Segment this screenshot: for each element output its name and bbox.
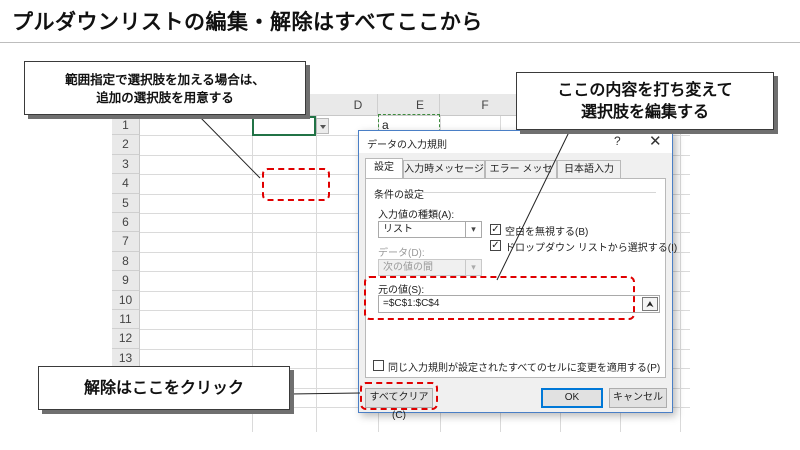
row-header-10[interactable]: 10 bbox=[112, 290, 140, 310]
tab-input-message[interactable]: 入力時メッセージ bbox=[403, 160, 485, 178]
column-header-f[interactable]: F bbox=[450, 94, 520, 116]
collapse-dialog-icon[interactable]: ⮝ bbox=[642, 297, 658, 311]
row-header-9[interactable]: 9 bbox=[112, 271, 140, 291]
chevron-down-icon[interactable]: ▾ bbox=[465, 222, 481, 237]
data-select-value: 次の値の間 bbox=[383, 262, 433, 273]
ok-button[interactable]: OK bbox=[541, 388, 603, 408]
data-label: データ(D): bbox=[378, 248, 425, 259]
dialog-title: データの入力規則 bbox=[367, 140, 447, 151]
row-header-5[interactable]: 5 bbox=[112, 193, 140, 213]
callout-edit-note: ここの内容を打ち変えて 選択肢を編集する bbox=[516, 72, 774, 130]
row-header-6[interactable]: 6 bbox=[112, 213, 140, 233]
allow-select[interactable]: リスト ▾ bbox=[378, 221, 482, 238]
ignore-blank-label: 空白を無視する(B) bbox=[505, 227, 589, 238]
row-header-4[interactable]: 4 bbox=[112, 174, 140, 194]
allow-label: 入力値の種類(A): bbox=[378, 210, 455, 221]
row-header-7[interactable]: 7 bbox=[112, 232, 140, 252]
title-divider bbox=[0, 42, 800, 43]
in-cell-dropdown-label: ドロップダウン リストから選択する(I) bbox=[505, 243, 678, 254]
highlight-source-field bbox=[364, 276, 635, 320]
row-header-2[interactable]: 2 bbox=[112, 135, 140, 155]
column-header-d[interactable]: D bbox=[326, 94, 390, 116]
chevron-down-icon: ▾ bbox=[465, 260, 481, 275]
section-label: 条件の設定 bbox=[374, 190, 424, 201]
row-header-12[interactable]: 12 bbox=[112, 329, 140, 349]
cancel-button[interactable]: キャンセル bbox=[609, 388, 667, 408]
chevron-down-icon[interactable] bbox=[316, 118, 329, 134]
data-select: 次の値の間 ▾ bbox=[378, 259, 482, 276]
callout-text: 選択肢を編集する bbox=[580, 102, 709, 121]
close-icon[interactable]: ✕ bbox=[649, 132, 662, 150]
row-header-1[interactable]: 1 bbox=[112, 116, 140, 136]
in-cell-dropdown-checkbox[interactable]: ✓ bbox=[490, 240, 501, 251]
dialog-titlebar[interactable]: データの入力規則 ? ✕ bbox=[359, 131, 672, 153]
allow-select-value: リスト bbox=[383, 224, 413, 235]
callout-text: 範囲指定で選択肢を加える場合は、 bbox=[65, 72, 265, 87]
section-divider bbox=[416, 192, 656, 193]
page-title: プルダウンリストの編集・解除はすべてここから bbox=[12, 10, 483, 34]
callout-range-note: 範囲指定で選択肢を加える場合は、 追加の選択肢を用意する bbox=[24, 61, 306, 115]
gridline bbox=[316, 116, 317, 432]
callout-text: ここの内容を打ち変えて bbox=[557, 80, 733, 99]
data-validation-dialog: データの入力規則 ? ✕ 設定 入力時メッセージ エラー メッセージ 日本語入力… bbox=[358, 130, 677, 421]
highlight-new-item bbox=[262, 168, 330, 201]
tab-settings[interactable]: 設定 bbox=[365, 158, 403, 178]
callout-clear-note: 解除はここをクリック bbox=[38, 366, 290, 410]
row-header-3[interactable]: 3 bbox=[112, 154, 140, 175]
apply-all-label: 同じ入力規則が設定されたすべてのセルに変更を適用する(P) bbox=[388, 363, 661, 374]
active-cell[interactable] bbox=[252, 116, 316, 136]
gridline bbox=[680, 116, 681, 432]
apply-all-checkbox[interactable] bbox=[373, 360, 384, 371]
help-icon[interactable]: ? bbox=[614, 134, 621, 148]
ignore-blank-checkbox[interactable]: ✓ bbox=[490, 224, 501, 235]
highlight-clear-all bbox=[360, 382, 438, 410]
column-header-e[interactable]: E bbox=[390, 94, 450, 116]
row-header-11[interactable]: 11 bbox=[112, 310, 140, 330]
tab-ime-mode[interactable]: 日本語入力 bbox=[557, 160, 621, 178]
callout-text: 追加の選択肢を用意する bbox=[96, 90, 234, 105]
callout-text: 解除はここをクリック bbox=[83, 378, 244, 397]
row-header-8[interactable]: 8 bbox=[112, 251, 140, 272]
tab-error-alert[interactable]: エラー メッセージ bbox=[485, 160, 557, 192]
